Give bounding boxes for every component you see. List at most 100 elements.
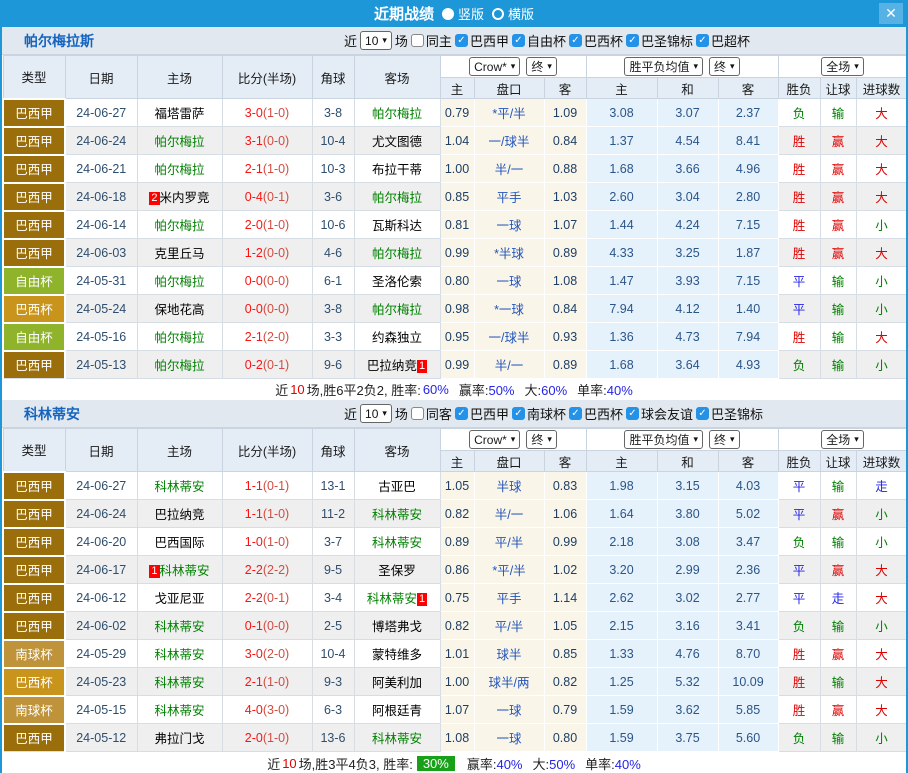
match-type-badge: 巴西甲 <box>3 528 65 556</box>
goals-result: 大 <box>856 668 907 696</box>
water-away: 0.83 <box>544 472 586 500</box>
handicap: 平手 <box>474 584 544 612</box>
away-team: 科林蒂安 <box>354 724 440 752</box>
home-team: 帕尔梅拉 <box>137 323 222 351</box>
water-home: 0.82 <box>440 500 474 528</box>
avg-home: 4.33 <box>586 239 657 267</box>
match-score: 2-1(1-0) <box>222 668 312 696</box>
games-count-select[interactable]: 10▾ <box>360 404 392 423</box>
handicap-result: 输 <box>820 351 856 379</box>
match-date: 24-05-12 <box>65 724 137 752</box>
match-date: 24-06-02 <box>65 612 137 640</box>
corners: 3-6 <box>312 183 354 211</box>
water-away: 1.09 <box>544 99 586 127</box>
goals-result: 小 <box>856 295 907 323</box>
vertical-layout-radio[interactable]: 竖版 <box>442 4 484 23</box>
home-team: 帕尔梅拉 <box>137 127 222 155</box>
handicap-result: 赢 <box>820 127 856 155</box>
handicap-result: 输 <box>820 99 856 127</box>
avg-home: 2.18 <box>586 528 657 556</box>
league-checkbox-2[interactable]: ✓巴西杯 <box>569 31 623 50</box>
match-score: 1-1(1-0) <box>222 500 312 528</box>
home-team: 弗拉门戈 <box>137 724 222 752</box>
col-water-home: 主 <box>440 451 474 472</box>
result: 负 <box>778 724 820 752</box>
match-date: 24-05-24 <box>65 295 137 323</box>
water-away: 0.99 <box>544 528 586 556</box>
handicap: 球半 <box>474 640 544 668</box>
league-checkbox-4[interactable]: ✓巴超杯 <box>696 31 750 50</box>
result: 胜 <box>778 155 820 183</box>
col-corners: 角球 <box>312 56 354 99</box>
match-type-badge: 巴西甲 <box>3 239 65 267</box>
league-checkbox-1[interactable]: ✓南球杯 <box>512 404 566 423</box>
water-home: 1.08 <box>440 724 474 752</box>
avg-draw: 4.54 <box>657 127 718 155</box>
chevron-down-icon: ▾ <box>694 434 699 445</box>
home-team: 2米内罗竞 <box>137 183 222 211</box>
scope-select[interactable]: 全场▾ <box>821 430 864 449</box>
water-away: 0.82 <box>544 668 586 696</box>
match-date: 24-06-14 <box>65 211 137 239</box>
away-team: 帕尔梅拉 <box>354 239 440 267</box>
checkbox-checked-icon: ✓ <box>455 407 468 420</box>
result: 胜 <box>778 127 820 155</box>
avg-home: 1.25 <box>586 668 657 696</box>
match-type-badge: 巴西甲 <box>3 99 65 127</box>
avg-away: 7.15 <box>718 267 778 295</box>
avg-type-select[interactable]: 胜平负均值▾ <box>624 430 703 449</box>
home-team: 巴拉纳竞 <box>137 500 222 528</box>
col-away: 客场 <box>354 429 440 472</box>
avg-away: 5.60 <box>718 724 778 752</box>
water-home: 0.81 <box>440 211 474 239</box>
col-avg-away: 客 <box>718 78 778 99</box>
league-checkbox-0[interactable]: ✓巴西甲 <box>455 31 509 50</box>
avg-away: 2.37 <box>718 99 778 127</box>
water-away: 0.89 <box>544 239 586 267</box>
water-home: 0.85 <box>440 183 474 211</box>
handicap-result: 赢 <box>820 696 856 724</box>
handicap: 一球 <box>474 696 544 724</box>
odds-stage-select[interactable]: 终▾ <box>526 57 557 76</box>
league-checkbox-4[interactable]: ✓巴圣锦标 <box>696 404 763 423</box>
close-button[interactable]: ✕ <box>879 3 903 24</box>
games-count-select[interactable]: 10▾ <box>360 31 392 50</box>
goals-result: 大 <box>856 127 907 155</box>
odds-stage-select[interactable]: 终▾ <box>526 430 557 449</box>
match-date: 24-05-23 <box>65 668 137 696</box>
match-type-badge: 巴西甲 <box>3 155 65 183</box>
avg-away: 3.41 <box>718 612 778 640</box>
odds-company-select[interactable]: Crow*▾ <box>469 430 520 449</box>
league-checkbox-0[interactable]: ✓巴西甲 <box>455 404 509 423</box>
avg-type-select[interactable]: 胜平负均值▾ <box>624 57 703 76</box>
handicap-result: 输 <box>820 724 856 752</box>
home-team: 巴西国际 <box>137 528 222 556</box>
league-checkbox-3[interactable]: ✓球会友谊 <box>626 404 693 423</box>
away-team: 帕尔梅拉 <box>354 183 440 211</box>
avg-home: 1.37 <box>586 127 657 155</box>
league-checkbox-1[interactable]: ✓自由杯 <box>512 31 566 50</box>
scope-select[interactable]: 全场▾ <box>821 57 864 76</box>
handicap-result: 走 <box>820 584 856 612</box>
col-avg-home: 主 <box>586 78 657 99</box>
league-checkbox-3[interactable]: ✓巴圣锦标 <box>626 31 693 50</box>
table-row: 自由杯24-05-16帕尔梅拉2-1(2-0)3-3约森独立0.95一/球半0.… <box>3 323 907 351</box>
avg-home: 1.33 <box>586 640 657 668</box>
avg-draw: 3.04 <box>657 183 718 211</box>
avg-draw: 3.15 <box>657 472 718 500</box>
same-home-checkbox[interactable]: 同主 <box>411 31 452 50</box>
away-team: 帕尔梅拉 <box>354 99 440 127</box>
avg-stage-select[interactable]: 终▾ <box>709 430 740 449</box>
odds-company-select[interactable]: Crow*▾ <box>469 57 520 76</box>
league-checkbox-2[interactable]: ✓巴西杯 <box>569 404 623 423</box>
match-date: 24-06-17 <box>65 556 137 584</box>
away-team: 蒙特维多 <box>354 640 440 668</box>
avg-stage-select[interactable]: 终▾ <box>709 57 740 76</box>
result: 平 <box>778 295 820 323</box>
horizontal-layout-radio[interactable]: 横版 <box>492 4 534 23</box>
col-water-away: 客 <box>544 451 586 472</box>
table-row: 巴西甲24-06-12戈亚尼亚2-2(0-1)3-4科林蒂安10.75平手1.1… <box>3 584 907 612</box>
same-away-checkbox[interactable]: 同客 <box>411 404 452 423</box>
avg-away: 4.03 <box>718 472 778 500</box>
match-type-badge: 巴西甲 <box>3 472 65 500</box>
